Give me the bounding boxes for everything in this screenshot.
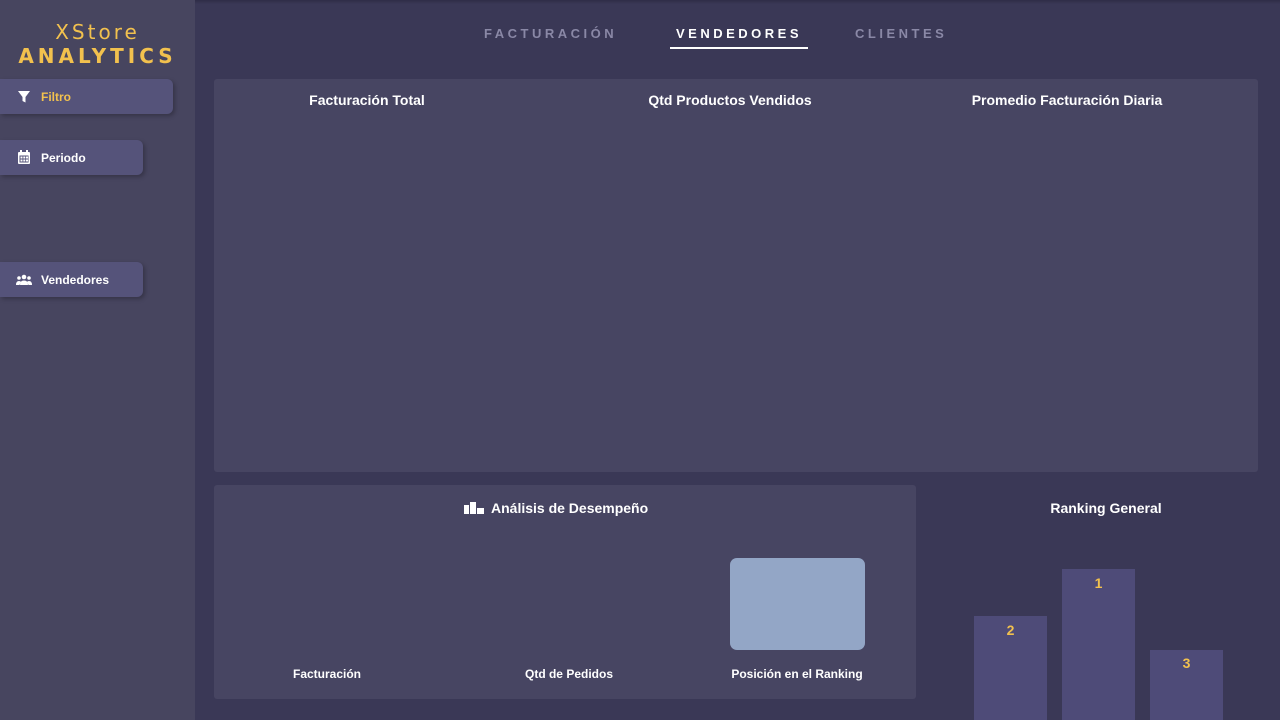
tab-clientes[interactable]: CLIENTES (855, 26, 947, 41)
period-label: Periodo (41, 150, 86, 165)
kpi-products-sold-title: Qtd Productos Vendidos (648, 92, 812, 108)
tab-vendedores[interactable]: VENDEDORES (669, 26, 809, 49)
app-logo: XStore ANALYTICS (0, 20, 195, 68)
sellers-button[interactable]: Vendedores (0, 262, 143, 297)
bar-chart-icon (464, 502, 484, 514)
ranking-title: Ranking General (1050, 500, 1162, 516)
calendar-icon (16, 150, 32, 166)
period-button[interactable]: Periodo (0, 140, 143, 175)
users-icon (16, 272, 32, 288)
performance-title: Análisis de Desempeño (464, 500, 648, 516)
ranking-bar-1 (1062, 569, 1135, 720)
logo-top-text: XStore (55, 20, 140, 44)
filter-label: Filtro (41, 89, 71, 104)
kpi-total-billing-title: Facturación Total (309, 92, 425, 108)
logo-bottom-text: ANALYTICS (18, 44, 177, 68)
label-qtd-pedidos: Qtd de Pedidos (524, 667, 613, 681)
top-shadow (195, 0, 1280, 4)
ranking-position-bar (730, 558, 865, 650)
ranking-position-2: 2 (1006, 622, 1015, 638)
ranking-position-3: 3 (1182, 655, 1191, 671)
kpi-panel (214, 79, 1258, 472)
kpi-daily-avg-title: Promedio Facturación Diaria (971, 92, 1163, 108)
label-facturacion: Facturación (292, 667, 361, 681)
ranking-position-1: 1 (1094, 575, 1103, 591)
label-posicion-ranking: Posición en el Ranking (731, 667, 863, 681)
tab-facturacion[interactable]: FACTURACIÓN (484, 26, 617, 41)
sellers-label: Vendedores (41, 272, 110, 287)
filter-icon (16, 89, 32, 105)
performance-title-text: Análisis de Desempeño (491, 500, 649, 516)
sidebar: XStore ANALYTICS Filtro Periodo Vendedor… (0, 0, 195, 720)
filter-button[interactable]: Filtro (0, 79, 173, 114)
